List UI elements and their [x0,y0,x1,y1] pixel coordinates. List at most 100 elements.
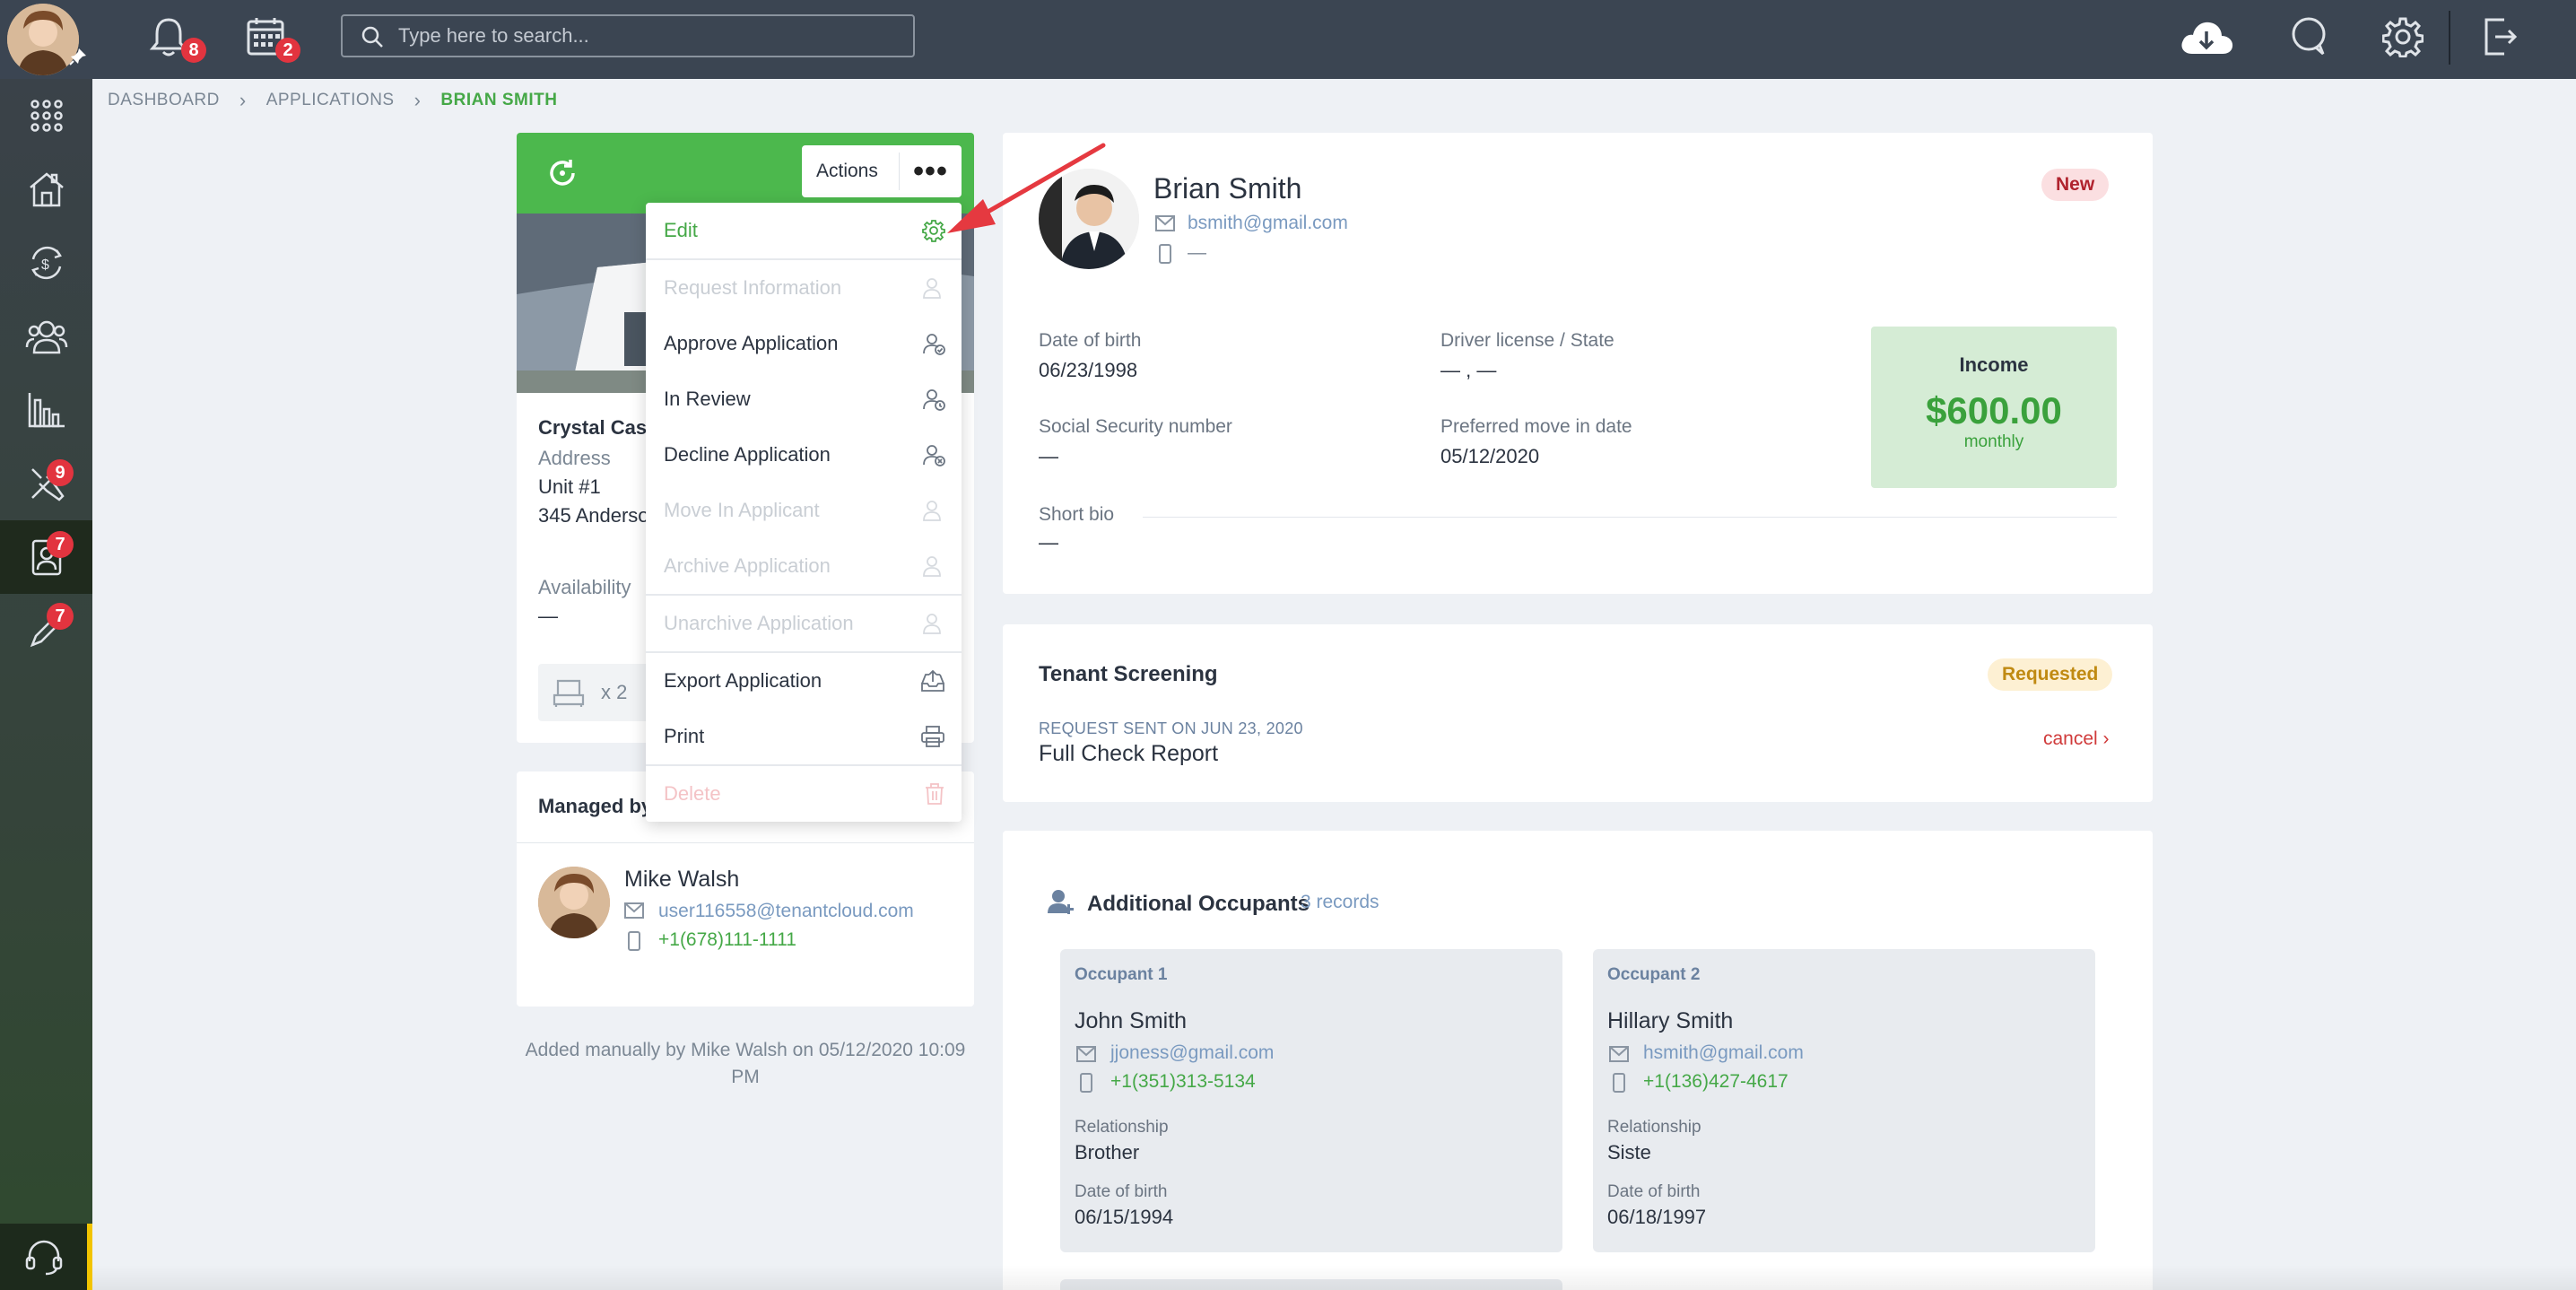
breadcrumb-current: BRIAN SMITH [440,91,558,109]
user-icon [922,276,945,300]
user-x-icon [922,443,945,466]
logout-icon[interactable] [2483,16,2519,57]
occupant-email[interactable]: jjoness@gmail.com [1110,1042,1274,1064]
cloud-download-icon[interactable] [2178,18,2235,57]
sidebar-item-accounting[interactable]: $ [0,226,92,300]
added-manually-note: Added manually by Mike Walsh on 05/12/20… [525,1040,966,1087]
menu-item-label: Move In Applicant [664,499,820,521]
additional-occupants-card: Additional Occupants 3 records Occupant … [1003,831,2153,1290]
availability-value: — [538,605,558,627]
sidebar-item-apps[interactable] [0,79,92,153]
top-bar: 8 2 [0,0,2576,79]
menu-item-label: In Review [664,388,751,410]
occupant-dob-value: 06/15/1994 [1075,1206,1174,1228]
maintenance-badge: 9 [47,459,74,486]
user-check-icon [922,332,945,355]
menu-item-delete: Delete [646,766,962,822]
breadcrumb-applications[interactable]: APPLICATIONS [266,91,395,110]
menu-item-label: Delete [664,782,721,805]
occupant-phone[interactable]: +1(351)313-5134 [1110,1071,1256,1093]
menu-item-label: Unarchive Application [664,612,854,634]
settings-gear-icon[interactable] [2382,16,2424,57]
sidebar-item-maintenance[interactable] [0,447,92,520]
house-icon [27,170,66,209]
phone-icon [1080,1073,1092,1093]
ssn-value: — [1039,445,1058,467]
export-tray-icon [920,669,945,693]
search-input[interactable] [398,16,901,56]
refresh-icon[interactable] [547,158,578,188]
occupant-dob-value: 06/18/1997 [1607,1206,1707,1228]
sidebar-item-reports[interactable] [0,373,92,447]
manager-name[interactable]: Mike Walsh [624,867,739,893]
address-label: Address [538,447,611,469]
phone-icon [628,931,640,951]
menu-item-decline-application[interactable]: Decline Application [646,427,962,483]
menu-item-label: Edit [664,219,698,241]
income-label: Income [1959,353,2029,376]
menu-item-label: Archive Application [664,554,831,577]
breadcrumb: DASHBOARD › APPLICATIONS › BRIAN SMITH [108,89,558,111]
sidebar-item-properties[interactable] [0,153,92,226]
user-icon [922,554,945,578]
listings-badge: 7 [47,603,74,630]
users-icon [25,318,68,354]
property-card-header: Actions ••• [517,133,974,214]
screening-title: Tenant Screening [1039,662,1218,686]
short-bio-value: — [1039,531,1058,553]
menu-item-print[interactable]: Print [646,709,962,764]
relationship-label: Relationship [1075,1118,1169,1137]
mail-icon [1609,1046,1629,1062]
notifications-badge: 8 [181,38,206,63]
move-in-value: 05/12/2020 [1440,445,1540,467]
occupants-count: 3 records [1301,892,1379,912]
mail-icon [624,902,644,919]
move-in-label: Preferred move in date [1440,416,1632,437]
mail-icon [1076,1046,1096,1062]
report-name: Full Check Report [1039,741,1219,766]
manager-phone[interactable]: +1(678)111-1111 [658,929,796,951]
trash-icon [924,782,945,806]
sidebar-item-listings[interactable] [0,594,92,667]
property-name[interactable]: Crystal Cast [538,416,653,440]
ssn-label: Social Security number [1039,416,1232,437]
relationship-value: Brother [1075,1141,1140,1164]
cancel-link[interactable]: cancel › [2043,728,2110,750]
menu-item-label: Print [664,725,705,747]
svg-text:$: $ [41,257,49,273]
chat-icon[interactable] [2289,16,2328,57]
occupant-phone[interactable]: +1(136)427-4617 [1643,1071,1788,1093]
occupant-name: Hillary Smith [1607,1008,1734,1033]
user-icon [922,388,945,411]
annotation-arrow [947,143,1106,233]
support-button[interactable] [0,1224,92,1290]
occupant-dob-label: Date of birth [1607,1182,1701,1201]
dob-label: Date of birth [1039,330,1142,351]
menu-item-archive-application: Archive Application [646,538,962,594]
menu-item-approve-application[interactable]: Approve Application [646,316,962,371]
occupant-email[interactable]: hsmith@gmail.com [1643,1042,1804,1064]
property-street: 345 Anderso [538,504,649,527]
applicant-email[interactable]: bsmith@gmail.com [1188,213,1348,234]
search-icon [361,25,384,48]
menu-item-export-application[interactable]: Export Application [646,653,962,709]
tenant-screening-card: Tenant Screening Requested REQUEST SENT … [1003,624,2153,802]
income-period: monthly [1963,432,2024,451]
applicant-phone: — [1188,242,1206,263]
phone-icon [1613,1073,1625,1093]
applicant-name: Brian Smith [1153,172,1302,205]
occupant-card: Occupant 1 John Smith jjoness@gmail.com … [1060,949,1562,1252]
breadcrumb-dashboard[interactable]: DASHBOARD [108,91,220,110]
occupant-dob-label: Date of birth [1075,1182,1168,1201]
headset-icon [24,1238,64,1276]
sidebar-item-users[interactable] [0,300,92,373]
calendar-badge: 2 [275,38,300,63]
menu-item-label: Export Application [664,669,822,692]
manager-email[interactable]: user116558@tenantcloud.com [658,901,914,922]
menu-item-in-review[interactable]: In Review [646,371,962,427]
occupants-title: Additional Occupants [1087,892,1310,916]
sidebar-item-applications[interactable] [0,520,92,594]
user-icon [922,499,945,522]
pin-icon[interactable] [68,47,88,66]
menu-item-edit[interactable]: Edit [646,203,962,258]
